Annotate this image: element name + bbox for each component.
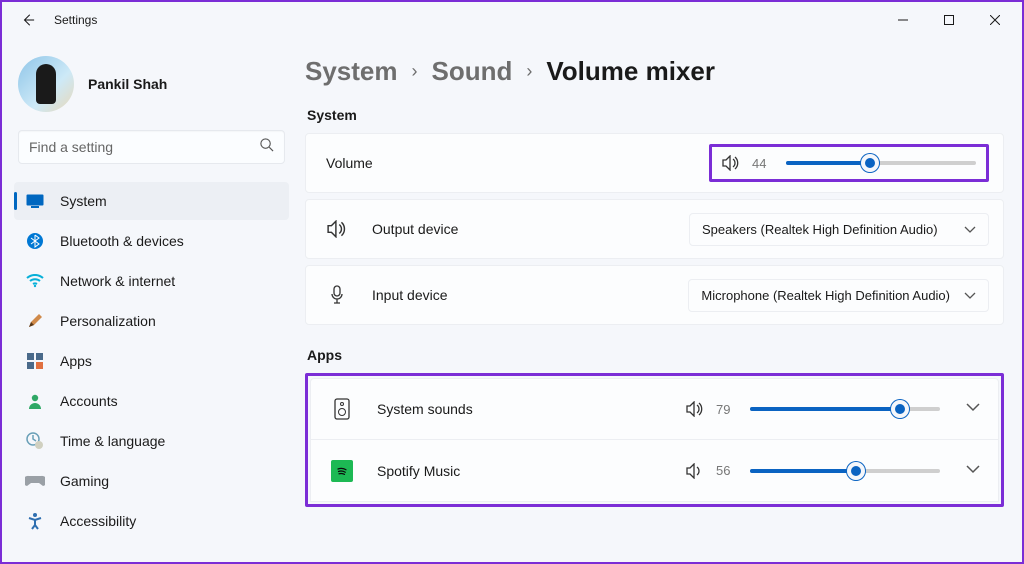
bluetooth-icon	[24, 230, 46, 252]
search-input[interactable]	[29, 139, 259, 155]
nav-label: Time & language	[60, 433, 165, 449]
avatar	[18, 56, 74, 112]
nav-item-gaming[interactable]: Gaming	[14, 462, 289, 500]
card-input-device: Input device Microphone (Realtek High De…	[305, 265, 1004, 325]
nav-item-accessibility[interactable]: Accessibility	[14, 502, 289, 540]
input-device-selected: Microphone (Realtek High Definition Audi…	[701, 288, 950, 303]
output-label: Output device	[372, 221, 458, 237]
nav-label: System	[60, 193, 107, 209]
apps-icon	[24, 350, 46, 372]
section-apps-label: Apps	[307, 347, 1004, 363]
search-box[interactable]	[18, 130, 285, 164]
output-device-selected: Speakers (Realtek High Definition Audio)	[702, 222, 938, 237]
nav-item-system[interactable]: System	[14, 182, 289, 220]
maximize-button[interactable]	[926, 4, 972, 36]
app-row-system-sounds: System sounds 79	[310, 378, 999, 440]
slider-thumb[interactable]	[891, 400, 909, 418]
app-volume-value: 79	[716, 402, 738, 417]
window-title: Settings	[54, 13, 97, 27]
nav-label: Bluetooth & devices	[60, 233, 184, 249]
apps-highlight: System sounds 79 Spotify Music 56	[305, 373, 1004, 507]
nav-label: Gaming	[60, 473, 109, 489]
main-content: System › Sound › Volume mixer System Vol…	[297, 38, 1022, 562]
titlebar: Settings	[2, 2, 1022, 38]
close-button[interactable]	[972, 4, 1018, 36]
search-icon	[259, 137, 274, 157]
gamepad-icon	[24, 470, 46, 492]
card-output-device: Output device Speakers (Realtek High Def…	[305, 199, 1004, 259]
nav-item-network[interactable]: Network & internet	[14, 262, 289, 300]
spotify-icon	[331, 460, 353, 482]
profile-block[interactable]: Pankil Shah	[18, 56, 285, 112]
slider-fill	[750, 407, 900, 411]
app-volume-slider[interactable]	[750, 407, 940, 411]
slider-fill	[786, 161, 870, 165]
minimize-button[interactable]	[880, 4, 926, 36]
sidebar: Pankil Shah System Bluetooth & devices N…	[2, 38, 297, 562]
expand-button[interactable]	[962, 396, 984, 422]
app-row-spotify: Spotify Music 56	[310, 440, 999, 502]
speaker-icon[interactable]	[686, 401, 704, 417]
volume-value: 44	[752, 156, 774, 171]
chevron-down-icon	[964, 222, 976, 237]
volume-label: Volume	[326, 155, 373, 171]
volume-control-highlight: 44	[709, 144, 989, 182]
person-icon	[24, 390, 46, 412]
chevron-down-icon	[964, 288, 976, 303]
slider-fill	[750, 469, 856, 473]
volume-slider[interactable]	[786, 161, 976, 165]
nav-label: Personalization	[60, 313, 156, 329]
slider-thumb[interactable]	[861, 154, 879, 172]
section-system-label: System	[307, 107, 1004, 123]
nav-item-apps[interactable]: Apps	[14, 342, 289, 380]
speaker-icon[interactable]	[722, 155, 740, 171]
chevron-right-icon: ›	[526, 61, 532, 82]
app-volume-slider[interactable]	[750, 469, 940, 473]
breadcrumb-system[interactable]: System	[305, 56, 398, 87]
brush-icon	[24, 310, 46, 332]
slider-thumb[interactable]	[847, 462, 865, 480]
microphone-icon	[326, 285, 348, 305]
nav-item-accounts[interactable]: Accounts	[14, 382, 289, 420]
speaker-icon	[326, 220, 348, 238]
nav-label: Accessibility	[60, 513, 136, 529]
app-label: System sounds	[377, 401, 473, 417]
speaker-icon[interactable]	[686, 463, 704, 479]
card-volume: Volume 44	[305, 133, 1004, 193]
nav-label: Network & internet	[60, 273, 175, 289]
user-name: Pankil Shah	[88, 76, 167, 92]
display-icon	[24, 190, 46, 212]
expand-button[interactable]	[962, 458, 984, 484]
breadcrumb-sound[interactable]: Sound	[432, 56, 513, 87]
chevron-right-icon: ›	[412, 61, 418, 82]
input-device-select[interactable]: Microphone (Realtek High Definition Audi…	[688, 279, 989, 312]
nav-label: Apps	[60, 353, 92, 369]
nav-label: Accounts	[60, 393, 118, 409]
breadcrumb-current: Volume mixer	[546, 56, 715, 87]
speaker-device-icon	[331, 398, 353, 420]
app-volume-value: 56	[716, 463, 738, 478]
breadcrumb: System › Sound › Volume mixer	[305, 56, 1004, 87]
wifi-icon	[24, 270, 46, 292]
input-label: Input device	[372, 287, 448, 303]
nav-item-time-language[interactable]: Time & language	[14, 422, 289, 460]
app-label: Spotify Music	[377, 463, 460, 479]
output-device-select[interactable]: Speakers (Realtek High Definition Audio)	[689, 213, 989, 246]
clock-globe-icon	[24, 430, 46, 452]
nav-item-bluetooth[interactable]: Bluetooth & devices	[14, 222, 289, 260]
back-button[interactable]	[16, 8, 40, 32]
accessibility-icon	[24, 510, 46, 532]
nav-item-personalization[interactable]: Personalization	[14, 302, 289, 340]
